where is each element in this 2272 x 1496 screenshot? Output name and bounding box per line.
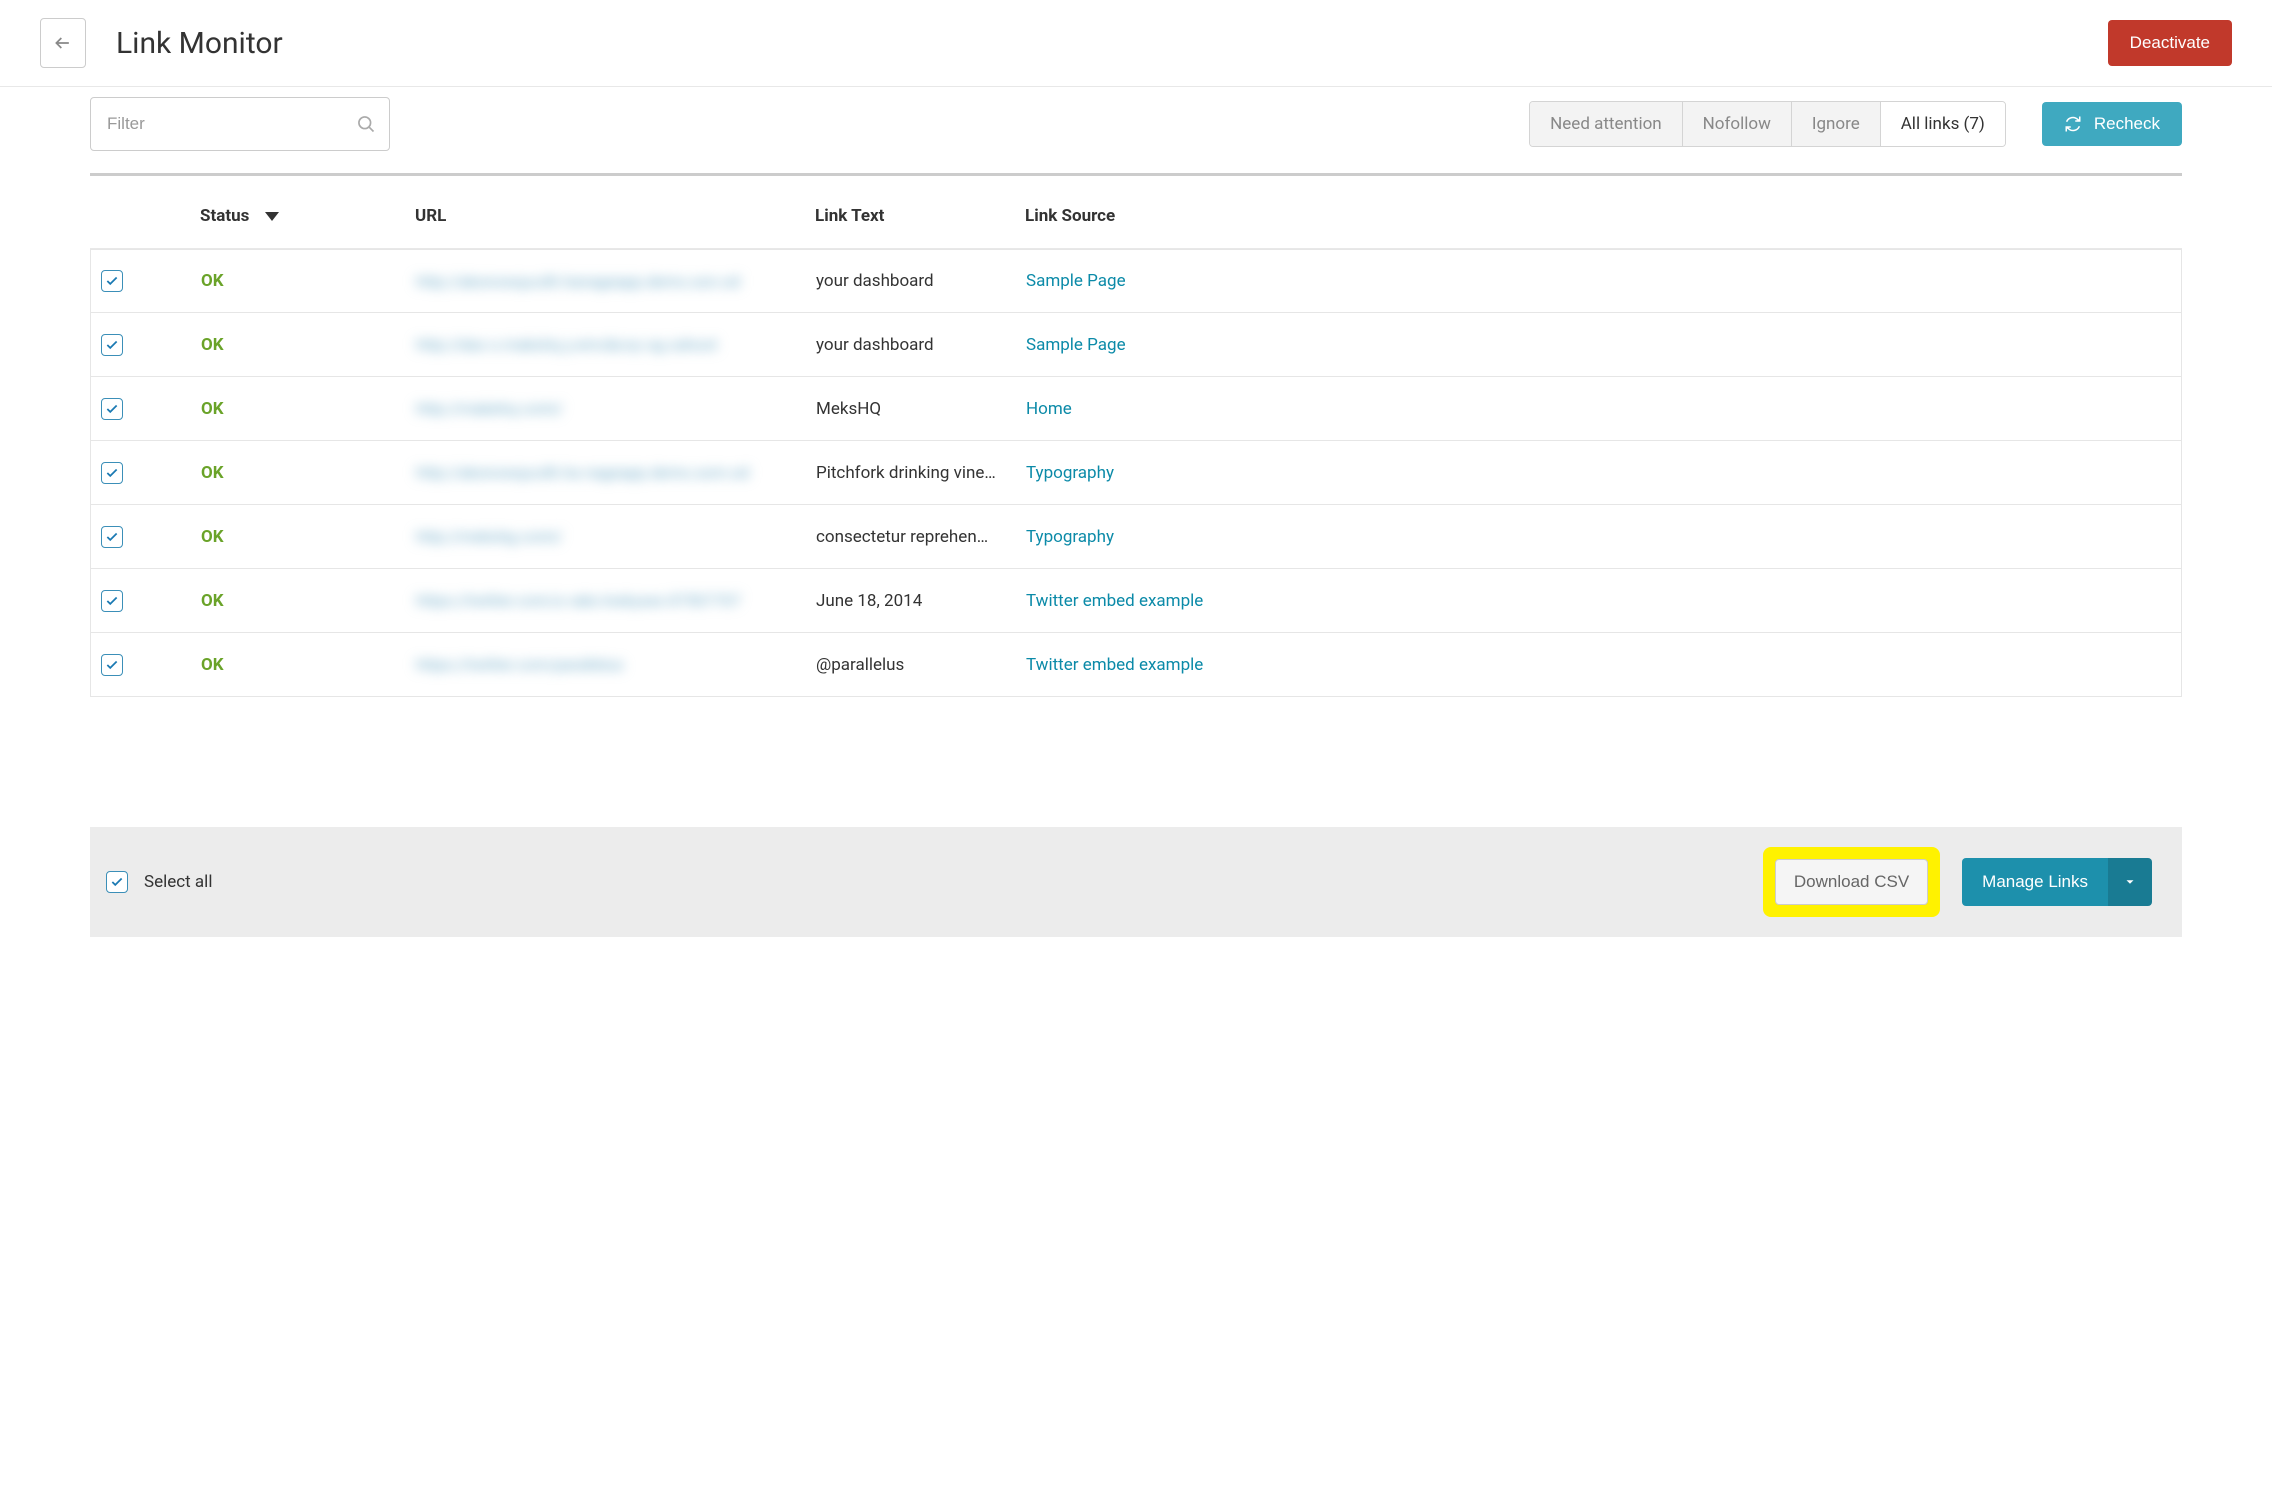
check-icon	[105, 338, 119, 352]
select-all-label: Select all	[144, 872, 212, 892]
tab-nofollow[interactable]: Nofollow	[1683, 102, 1792, 146]
check-icon	[105, 466, 119, 480]
check-icon	[105, 402, 119, 416]
url-cell[interactable]: http://makehq.comi/	[416, 399, 816, 418]
sort-caret-down-icon	[265, 212, 279, 221]
recheck-label: Recheck	[2094, 114, 2160, 134]
url-cell[interactable]: https://twitter.com/a vaks kwkyses 87507…	[416, 591, 816, 610]
manage-links-button[interactable]: Manage Links	[1962, 858, 2108, 906]
th-link-text[interactable]: Link Text	[815, 206, 1025, 226]
check-icon	[105, 530, 119, 544]
arrow-left-icon	[53, 33, 73, 53]
row-checkbox[interactable]	[101, 270, 123, 292]
link-source-cell[interactable]: Twitter embed example	[1026, 591, 2171, 611]
status-cell: OK	[201, 399, 416, 419]
table-row: OKhttp://aksnowqucdh.hanageapp.demo.son.…	[90, 249, 2182, 313]
check-icon	[105, 594, 119, 608]
link-text-cell: your dashboard	[816, 271, 1026, 291]
check-icon	[105, 274, 119, 288]
th-status[interactable]: Status	[200, 206, 415, 226]
check-icon	[110, 875, 124, 889]
status-cell: OK	[201, 527, 416, 547]
link-source-cell[interactable]: Home	[1026, 399, 2171, 419]
row-checkbox[interactable]	[101, 526, 123, 548]
status-cell: OK	[201, 591, 416, 611]
refresh-icon	[2064, 115, 2082, 133]
table-row: OKhttp://aksnowqucdh.ha nageapp.demo.som…	[90, 441, 2182, 505]
filter-input[interactable]	[90, 97, 390, 151]
table-row: OKhttp://dao o.makshq.y.emc&coy og.cahoo…	[90, 313, 2182, 377]
footer-left: Select all	[106, 871, 212, 893]
status-cell: OK	[201, 335, 416, 355]
table-row: OKhttp://mekshg.comi/consectetur reprehe…	[90, 505, 2182, 569]
filter-tabs: Need attention Nofollow Ignore All links…	[1529, 101, 2006, 147]
links-table: Status URL Link Text Link Source OKhttp:…	[90, 173, 2182, 697]
tab-all-links[interactable]: All links (7)	[1881, 102, 2005, 146]
check-icon	[105, 658, 119, 672]
back-button[interactable]	[40, 18, 86, 68]
content-area: Need attention Nofollow Ignore All links…	[0, 87, 2272, 937]
table-head: Status URL Link Text Link Source	[90, 173, 2182, 249]
manage-links-dropdown[interactable]	[2108, 858, 2152, 906]
status-cell: OK	[201, 271, 416, 291]
link-source-cell[interactable]: Typography	[1026, 527, 2171, 547]
row-checkbox[interactable]	[101, 654, 123, 676]
download-csv-button[interactable]: Download CSV	[1775, 859, 1928, 905]
search-icon	[356, 114, 376, 134]
select-all-checkbox[interactable]	[106, 871, 128, 893]
page-header: Link Monitor Deactivate	[0, 0, 2272, 87]
link-text-cell: your dashboard	[816, 335, 1026, 355]
toolbar: Need attention Nofollow Ignore All links…	[90, 87, 2182, 173]
tab-need-attention[interactable]: Need attention	[1530, 102, 1683, 146]
tab-ignore[interactable]: Ignore	[1792, 102, 1881, 146]
deactivate-button[interactable]: Deactivate	[2108, 20, 2232, 66]
manage-links-group: Manage Links	[1962, 858, 2152, 906]
th-url[interactable]: URL	[415, 206, 815, 226]
header-left: Link Monitor	[40, 18, 283, 68]
link-source-cell[interactable]: Twitter embed example	[1026, 655, 2171, 675]
row-checkbox[interactable]	[101, 590, 123, 612]
th-link-source[interactable]: Link Source	[1025, 206, 2172, 226]
link-text-cell: MeksHQ	[816, 399, 1026, 419]
url-cell[interactable]: http://dao o.makshq.y.emc&coy og.cahoot	[416, 335, 816, 354]
link-text-cell: @parallelus	[816, 655, 1026, 675]
link-text-cell: consectetur reprehen…	[816, 527, 1026, 547]
footer-right: Download CSV Manage Links	[1763, 847, 2152, 917]
link-source-cell[interactable]: Sample Page	[1026, 335, 2171, 355]
link-text-cell: Pitchfork drinking vine…	[816, 463, 1026, 483]
download-csv-highlight: Download CSV	[1763, 847, 1940, 917]
th-status-label: Status	[200, 206, 249, 226]
url-cell[interactable]: https://twitter.com/parallelus	[416, 655, 816, 674]
url-cell[interactable]: http://aksnowqucdh.ha nageapp.demo.som.o…	[416, 463, 816, 482]
toolbar-right: Need attention Nofollow Ignore All links…	[1529, 101, 2182, 147]
recheck-button[interactable]: Recheck	[2042, 102, 2182, 146]
page-title: Link Monitor	[116, 26, 283, 61]
link-text-cell: June 18, 2014	[816, 591, 1026, 611]
table-row: OKhttps://twitter.com/parallelus@paralle…	[90, 633, 2182, 697]
url-cell[interactable]: http://aksnowqucdh.hanageapp.demo.son.od	[416, 272, 816, 291]
link-source-cell[interactable]: Typography	[1026, 463, 2171, 483]
row-checkbox[interactable]	[101, 334, 123, 356]
table-row: OKhttp://makehq.comi/MeksHQHome	[90, 377, 2182, 441]
filter-wrap	[90, 97, 390, 151]
row-checkbox[interactable]	[101, 462, 123, 484]
url-cell[interactable]: http://mekshg.comi/	[416, 527, 816, 546]
status-cell: OK	[201, 655, 416, 675]
chevron-down-icon	[2123, 875, 2137, 889]
table-row: OKhttps://twitter.com/a vaks kwkyses 875…	[90, 569, 2182, 633]
table-body: OKhttp://aksnowqucdh.hanageapp.demo.son.…	[90, 249, 2182, 697]
row-checkbox[interactable]	[101, 398, 123, 420]
link-source-cell[interactable]: Sample Page	[1026, 271, 2171, 291]
footer-bar: Select all Download CSV Manage Links	[90, 827, 2182, 937]
status-cell: OK	[201, 463, 416, 483]
